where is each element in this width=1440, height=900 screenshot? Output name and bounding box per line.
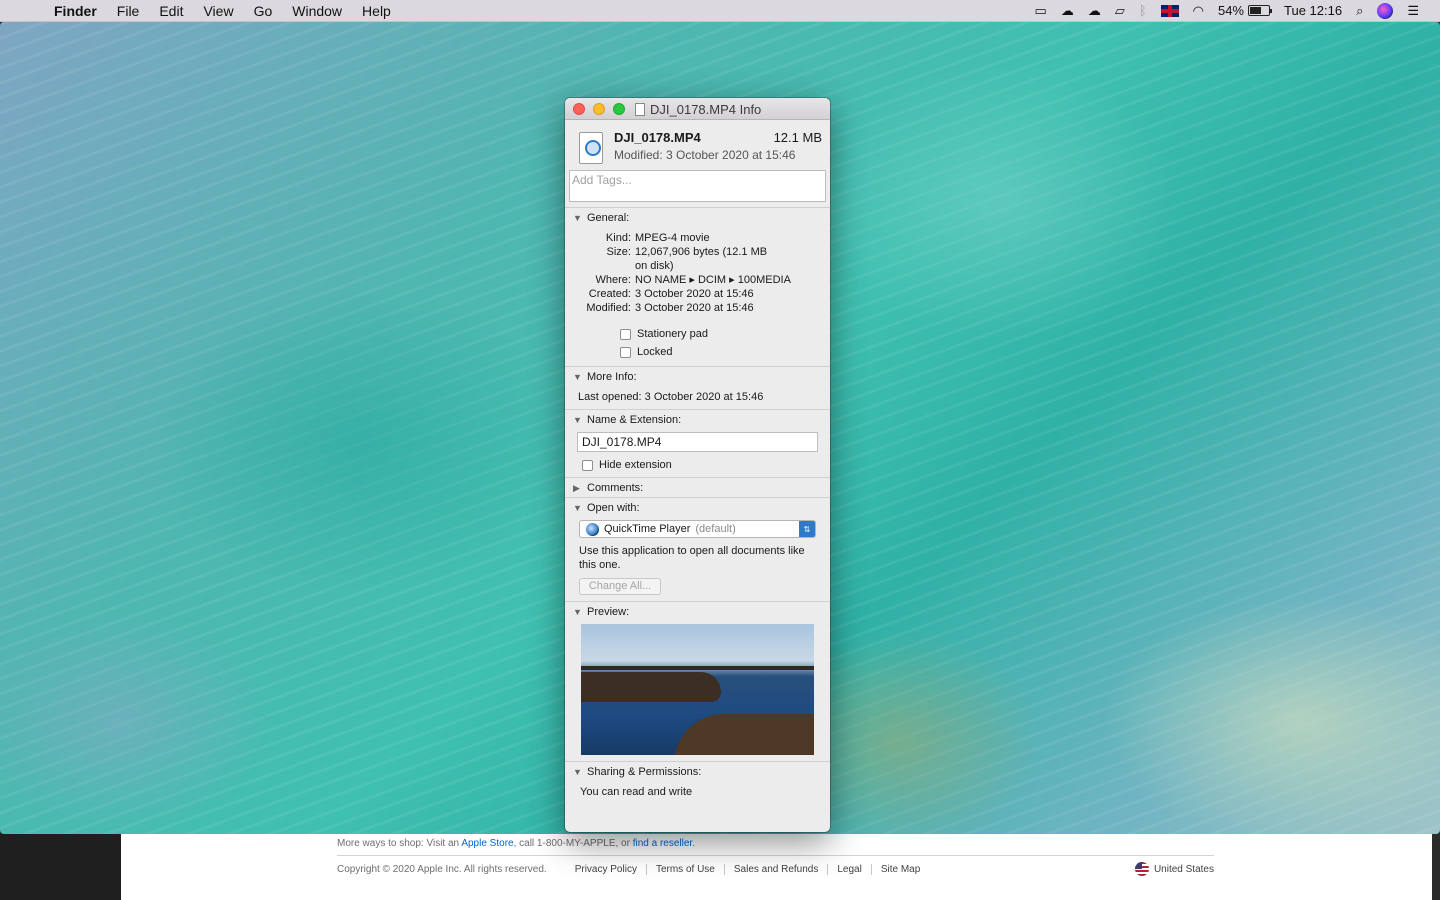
input-source-icon[interactable] xyxy=(1154,4,1186,17)
disclosure-open-icon: ▼ xyxy=(573,415,582,425)
tags-input[interactable]: Add Tags... xyxy=(569,170,826,202)
copyright-text: Copyright © 2020 Apple Inc. All rights r… xyxy=(337,863,547,875)
change-all-button[interactable]: Change All... xyxy=(579,578,661,595)
file-name: DJI_0178.MP4 xyxy=(614,130,701,145)
disclosure-open-icon: ▼ xyxy=(573,503,582,513)
footer-shop-line: More ways to shop: Visit an Apple Store,… xyxy=(337,838,695,849)
terms-of-use-link[interactable]: Terms of Use xyxy=(645,863,724,875)
created-value: 3 October 2020 at 15:46 xyxy=(635,288,754,300)
sharing-text: You can read and write xyxy=(580,786,693,798)
disclosure-open-icon: ▼ xyxy=(573,213,582,223)
comments-section: ▶ Comments: xyxy=(565,477,830,497)
size-label: Size: xyxy=(606,246,631,258)
disclosure-open-icon: ▼ xyxy=(573,607,582,617)
menu-file[interactable]: File xyxy=(107,3,150,19)
battery-status[interactable]: 54% xyxy=(1211,3,1277,18)
hide-extension-checkbox[interactable]: Hide extension xyxy=(582,459,822,471)
battery-icon xyxy=(1248,5,1272,16)
apple-store-link[interactable]: Apple Store xyxy=(461,838,513,849)
display-icon[interactable]: ▭ xyxy=(1028,3,1054,19)
file-header: DJI_0178.MP4 12.1 MB Modified: 3 October… xyxy=(565,120,830,170)
window-titlebar[interactable]: DJI_0178.MP4 Info xyxy=(565,98,830,120)
where-value: NO NAME ▸ DCIM ▸ 100MEDIA xyxy=(635,274,791,286)
comments-disclosure[interactable]: ▶ Comments: xyxy=(573,482,822,494)
movie-file-icon xyxy=(579,132,603,164)
kind-label: Kind: xyxy=(605,232,631,244)
checkbox-box xyxy=(620,346,631,358)
open-with-section: ▼ Open with: QuickTime Player (default) … xyxy=(565,497,830,601)
spotlight-search-icon[interactable]: ⌕ xyxy=(1349,3,1370,19)
menu-bar: Finder File Edit View Go Window Help ▭ ☁… xyxy=(0,0,1440,22)
modified-value: 3 October 2020 at 15:46 xyxy=(635,302,754,314)
zoom-button[interactable] xyxy=(613,102,625,115)
open-with-description: Use this application to open all documen… xyxy=(579,545,805,571)
clock[interactable]: Tue 12:16 xyxy=(1277,3,1349,18)
icloud-icon[interactable]: ☁ xyxy=(1081,3,1108,19)
bluetooth-icon[interactable]: ᛒ xyxy=(1132,3,1154,18)
uk-flag-icon xyxy=(1160,4,1179,17)
open-with-disclosure[interactable]: ▼ Open with: xyxy=(573,502,822,514)
more-info-disclosure[interactable]: ▼ More Info: xyxy=(573,371,822,383)
minimize-button[interactable] xyxy=(593,102,605,115)
us-flag-icon xyxy=(1134,862,1149,876)
footer-divider xyxy=(337,855,1214,856)
where-label: Where: xyxy=(595,274,631,286)
footer-links: Privacy Policy Terms of Use Sales and Re… xyxy=(567,863,930,875)
menu-go[interactable]: Go xyxy=(244,3,283,19)
video-preview-thumbnail xyxy=(581,624,814,755)
size-value: 12,067,906 bytes (12.1 MB xyxy=(635,246,768,258)
general-section: ▼ General: Kind: MPEG-4 movie Size: 12,067… xyxy=(565,207,830,366)
notification-center-icon[interactable]: ☰ xyxy=(1400,3,1426,19)
close-button[interactable] xyxy=(573,102,585,115)
background-dark-strip xyxy=(0,834,121,900)
file-name-input[interactable]: DJI_0178.MP4 xyxy=(577,432,818,452)
document-icon xyxy=(635,102,645,116)
get-info-window: DJI_0178.MP4 Info DJI_0178.MP4 12.1 MB M… xyxy=(565,98,830,832)
sharing-section: ▼ Sharing & Permissions: You can read an… xyxy=(565,761,830,804)
sharing-disclosure[interactable]: ▼ Sharing & Permissions: xyxy=(573,766,822,778)
site-map-link[interactable]: Site Map xyxy=(870,863,929,875)
app-menu-finder[interactable]: Finder xyxy=(50,3,107,19)
last-opened: Last opened: 3 October 2020 at 15:46 xyxy=(578,391,764,403)
disclosure-closed-icon: ▶ xyxy=(573,482,580,493)
footer-legal-line: Copyright © 2020 Apple Inc. All rights r… xyxy=(337,862,1214,876)
find-reseller-link[interactable]: find a reseller xyxy=(633,838,692,849)
more-info-section: ▼ More Info: Last opened: 3 October 2020… xyxy=(565,366,830,409)
menu-window[interactable]: Window xyxy=(282,3,352,19)
name-extension-section: ▼ Name & Extension: DJI_0178.MP4 Hide ex… xyxy=(565,409,830,477)
preview-section: ▼ Preview: xyxy=(565,601,830,761)
menu-help[interactable]: Help xyxy=(352,3,401,19)
disclosure-open-icon: ▼ xyxy=(573,372,582,382)
size-value-cont: on disk) xyxy=(635,260,674,272)
popup-arrows-icon: ⇅ xyxy=(799,521,815,537)
file-size: 12.1 MB xyxy=(773,130,822,145)
country-selector[interactable]: United States xyxy=(1134,862,1214,876)
modified-label: Modified: xyxy=(586,302,631,314)
airplay-icon[interactable]: ▱ xyxy=(1108,3,1132,19)
preview-disclosure[interactable]: ▼ Preview: xyxy=(573,606,822,618)
status-area: ▭ ☁ ☁ ▱ ᛒ ◠ 54% Tue 12:16 ⌕ ☰ xyxy=(1028,0,1440,22)
menu-view[interactable]: View xyxy=(193,3,243,19)
checkbox-box xyxy=(582,459,593,471)
created-label: Created: xyxy=(588,288,631,300)
kind-value: MPEG-4 movie xyxy=(635,232,710,244)
menu-edit[interactable]: Edit xyxy=(149,3,193,19)
checkbox-box xyxy=(620,328,631,340)
creative-cloud-icon[interactable]: ☁ xyxy=(1054,3,1081,19)
general-disclosure[interactable]: ▼ General: xyxy=(573,212,822,224)
quicktime-icon xyxy=(586,522,599,536)
legal-link[interactable]: Legal xyxy=(827,863,870,875)
open-with-popup[interactable]: QuickTime Player (default) ⇅ xyxy=(579,520,816,538)
name-extension-disclosure[interactable]: ▼ Name & Extension: xyxy=(573,414,822,426)
siri-icon[interactable] xyxy=(1370,2,1400,19)
file-modified: Modified: 3 October 2020 at 15:46 xyxy=(614,148,796,162)
stationery-checkbox[interactable]: Stationery pad xyxy=(620,328,822,340)
window-title: DJI_0178.MP4 Info xyxy=(635,98,761,120)
sales-refunds-link[interactable]: Sales and Refunds xyxy=(723,863,828,875)
wifi-icon[interactable]: ◠ xyxy=(1186,3,1211,19)
disclosure-open-icon: ▼ xyxy=(573,767,582,777)
locked-checkbox[interactable]: Locked xyxy=(620,346,822,358)
privacy-policy-link[interactable]: Privacy Policy xyxy=(567,864,646,875)
